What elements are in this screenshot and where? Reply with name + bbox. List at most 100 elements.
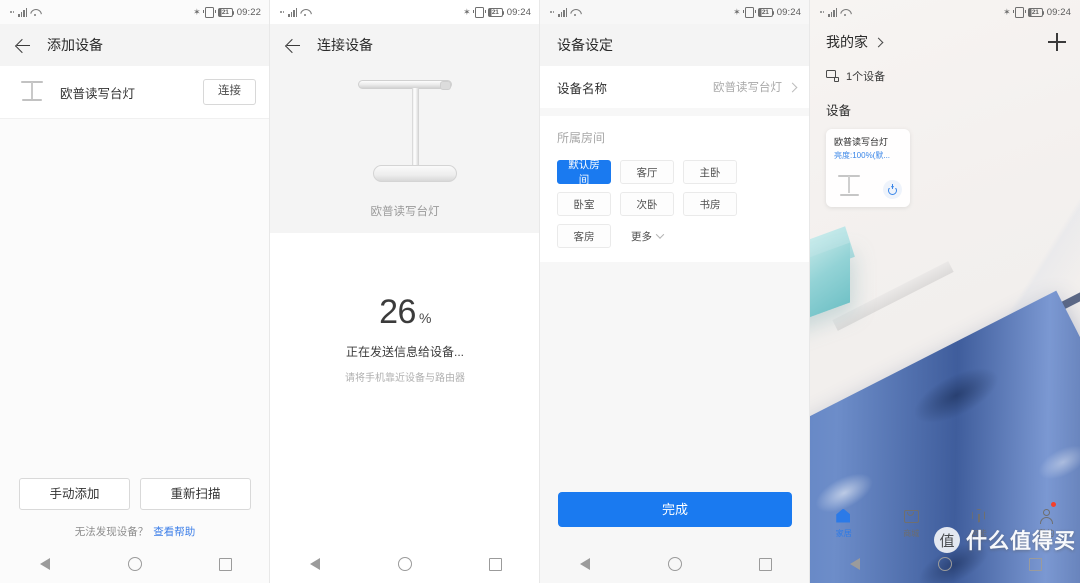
watermark-text: 什么值得买 xyxy=(966,530,1076,553)
person-icon xyxy=(1038,508,1055,525)
site-watermark: 值 什么值得买 xyxy=(934,525,1076,555)
status-bar-right: ✶ 21 09:24 xyxy=(463,6,531,18)
view-help-link[interactable]: 查看帮助 xyxy=(153,526,195,538)
status-bar-right: ✶ 21 09:22 xyxy=(193,6,261,18)
app-bar: 设备设定 xyxy=(540,24,810,66)
wallpaper-slab-shape xyxy=(832,261,954,331)
room-chip-guest-room[interactable]: 客房 xyxy=(557,224,611,248)
home-title: 我的家 xyxy=(826,34,868,50)
tab-home[interactable]: 家居 xyxy=(810,501,878,545)
chevron-down-icon xyxy=(655,230,665,239)
notification-badge xyxy=(1051,502,1056,507)
done-footer: 完成 xyxy=(540,492,810,545)
room-chip-bedroom[interactable]: 卧室 xyxy=(557,192,611,216)
sim-indicator-icon xyxy=(820,11,824,13)
progress-percent: 26% xyxy=(270,293,540,332)
device-name-label: 设备名称 xyxy=(557,81,608,96)
manual-add-button[interactable]: 手动添加 xyxy=(19,477,130,510)
discovered-device-row[interactable]: 欧普读写台灯 连接 xyxy=(0,66,270,119)
device-card[interactable]: 欧普读写台灯 亮度:100%(默... xyxy=(826,129,910,207)
status-bar: ✶ 21 09:24 xyxy=(810,0,1080,24)
room-chip-default[interactable]: 默认房间 xyxy=(557,159,611,186)
nav-back-button[interactable] xyxy=(307,556,323,572)
device-name-row[interactable]: 设备名称 欧普读写台灯 xyxy=(540,66,810,108)
vibrate-icon xyxy=(1012,6,1026,18)
status-bar-clock: 09:22 xyxy=(236,6,261,18)
bluetooth-icon: ✶ xyxy=(193,6,201,17)
tab-shop-label: 商城 xyxy=(903,528,920,538)
nav-back-button[interactable] xyxy=(847,556,863,572)
sim-indicator-icon xyxy=(550,11,554,13)
room-chip-study[interactable]: 书房 xyxy=(683,192,737,216)
room-chip-master-bedroom[interactable]: 主卧 xyxy=(683,160,737,184)
progress-hint-text: 请将手机靠近设备与路由器 xyxy=(345,373,465,384)
shop-icon xyxy=(903,508,920,525)
signal-bars-icon xyxy=(558,7,568,17)
device-card-status: 亮度:100%(默... xyxy=(834,150,891,160)
nav-recents-button[interactable] xyxy=(1027,556,1043,572)
watermark-badge: 值 xyxy=(934,527,960,553)
device-count-row: 1个设备 xyxy=(810,52,1080,84)
status-bar-right: ✶ 21 09:24 xyxy=(1003,6,1071,18)
panel-connect-device: ✶ 21 09:24 连接设备 欧普读写台灯 26% 正在发送信息给设备... … xyxy=(270,0,540,583)
nav-home-button[interactable] xyxy=(397,556,413,572)
battery-level: 21 xyxy=(221,8,229,16)
done-button[interactable]: 完成 xyxy=(558,492,792,527)
panel-my-home: ✶ 21 09:24 我的家 1个设备 设备 欧普读写台灯 亮度:100%(默.… xyxy=(810,0,1080,583)
back-arrow-icon[interactable] xyxy=(14,37,31,54)
room-chip-living[interactable]: 客厅 xyxy=(620,160,674,184)
system-nav-bar xyxy=(0,545,270,583)
desk-lamp-icon xyxy=(837,174,863,198)
battery-level: 21 xyxy=(761,8,769,16)
nav-home-button[interactable] xyxy=(937,556,953,572)
nav-recents-button[interactable] xyxy=(757,556,773,572)
connect-button[interactable]: 连接 xyxy=(203,79,256,105)
room-more-button[interactable]: 更多 xyxy=(620,224,674,248)
signal-bars-icon xyxy=(828,7,838,17)
nav-home-button[interactable] xyxy=(127,556,143,572)
devices-section-title: 设备 xyxy=(826,104,852,118)
room-chip-second-bedroom[interactable]: 次卧 xyxy=(620,192,674,216)
device-name-value-wrap: 欧普读写台灯 xyxy=(713,79,798,95)
bluetooth-icon: ✶ xyxy=(1003,6,1011,17)
nav-back-button[interactable] xyxy=(577,556,593,572)
power-icon xyxy=(888,184,897,194)
vibrate-icon xyxy=(472,6,486,18)
progress-value: 26 xyxy=(379,293,416,331)
signal-bars-icon xyxy=(288,7,298,17)
status-bar-clock: 09:24 xyxy=(1046,6,1071,18)
battery-icon: 21 xyxy=(217,7,235,17)
status-bar-left xyxy=(550,7,580,17)
status-bar-left xyxy=(10,7,40,17)
nav-recents-button[interactable] xyxy=(487,556,503,572)
battery-icon: 21 xyxy=(487,7,505,17)
back-arrow-icon[interactable] xyxy=(284,37,301,54)
nav-recents-button[interactable] xyxy=(217,556,233,572)
nav-home-button[interactable] xyxy=(667,556,683,572)
desk-lamp-icon xyxy=(18,79,46,105)
home-selector[interactable]: 我的家 xyxy=(826,32,884,52)
nav-back-button[interactable] xyxy=(37,556,53,572)
page-title: 添加设备 xyxy=(47,37,103,53)
sim-indicator-icon xyxy=(10,11,14,13)
room-section-title: 所属房间 xyxy=(557,131,606,145)
status-bar-left xyxy=(280,7,310,17)
battery-level: 21 xyxy=(491,8,499,16)
wifi-icon xyxy=(570,8,580,17)
wifi-icon xyxy=(300,8,310,17)
bluetooth-icon: ✶ xyxy=(733,6,741,17)
battery-icon: 21 xyxy=(1027,7,1045,17)
page-title: 设备设定 xyxy=(557,37,613,53)
rescan-button[interactable]: 重新扫描 xyxy=(140,477,251,510)
power-toggle-button[interactable] xyxy=(883,180,902,199)
status-bar-clock: 09:24 xyxy=(506,6,531,18)
signal-bars-icon xyxy=(18,7,28,17)
status-bar-clock: 09:24 xyxy=(776,6,801,18)
device-caption: 欧普读写台灯 xyxy=(370,206,440,218)
device-count-label: 1个设备 xyxy=(846,71,886,83)
panel-add-device: ✶ 21 09:22 添加设备 欧普读写台灯 连接 手动添加 重新扫描 无法发现… xyxy=(0,0,270,583)
wifi-icon xyxy=(840,8,850,17)
help-question: 无法发现设备？ xyxy=(74,526,149,538)
status-bar: ✶ 21 09:24 xyxy=(270,0,540,24)
add-icon[interactable] xyxy=(1048,33,1066,51)
